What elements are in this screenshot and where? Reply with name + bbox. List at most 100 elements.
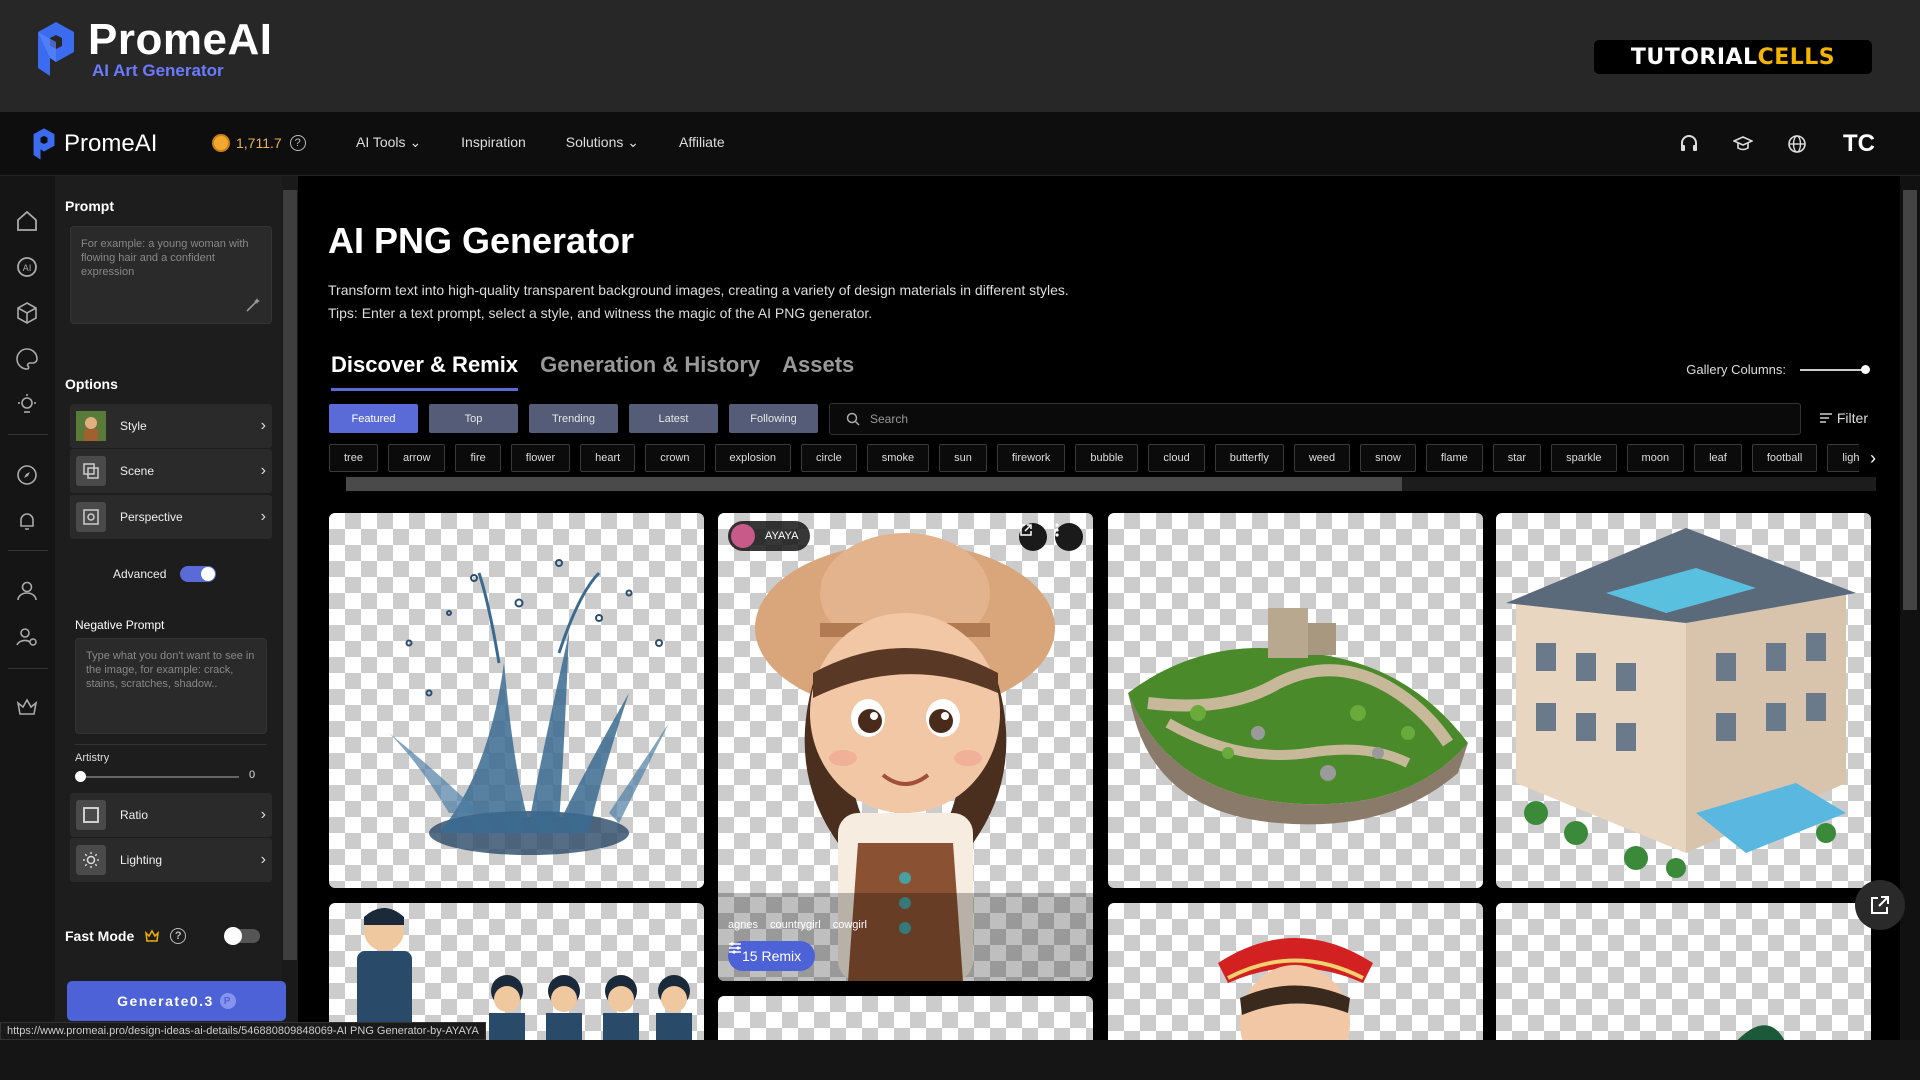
credit-coin-icon: P xyxy=(219,993,236,1009)
fast-mode-toggle[interactable] xyxy=(224,927,261,945)
ai-icon[interactable]: AI xyxy=(14,254,40,280)
nav-actions: TC xyxy=(1676,126,1880,162)
help-icon[interactable]: ? xyxy=(170,928,187,944)
filter-icon xyxy=(1819,413,1832,423)
search-icon xyxy=(846,412,860,426)
advanced-row: Advanced xyxy=(113,566,217,582)
tag-chip[interactable]: smoke xyxy=(866,444,930,472)
style-thumbnail-icon xyxy=(76,411,106,441)
style-option[interactable]: Style › xyxy=(70,404,272,448)
more-options-icon[interactable] xyxy=(1055,523,1083,551)
tag-chip[interactable]: butterfly xyxy=(1214,444,1284,472)
card-tag[interactable]: cowgirl xyxy=(833,919,867,931)
scene-option[interactable]: Scene › xyxy=(70,449,272,493)
card-tag[interactable]: countrygirl xyxy=(770,919,821,931)
brand-header: PromeAI AI Art Generator TUTORIAL CELLS xyxy=(0,0,1920,112)
gallery-card[interactable] xyxy=(1108,903,1483,1040)
gallery-card[interactable] xyxy=(329,513,704,888)
open-external-icon[interactable] xyxy=(1019,523,1047,551)
help-icon[interactable]: ? xyxy=(289,135,306,151)
filter-trending[interactable]: Trending xyxy=(529,404,618,433)
gallery-card[interactable] xyxy=(718,996,1093,1040)
remix-button[interactable]: 15 Remix xyxy=(728,941,816,971)
user-icon[interactable] xyxy=(14,578,40,604)
tab-assets[interactable]: Assets xyxy=(782,352,854,391)
tag-chip[interactable]: light xyxy=(1827,444,1859,472)
filter-latest[interactable]: Latest xyxy=(629,404,718,433)
filter-featured[interactable]: Featured xyxy=(329,404,418,433)
nav-ai-tools[interactable]: AI Tools ⌄ xyxy=(356,134,421,151)
tag-chip[interactable]: fire xyxy=(455,444,501,472)
tag-chip[interactable]: football xyxy=(1751,444,1818,472)
scene-icon xyxy=(76,456,106,486)
tag-chip[interactable]: crown xyxy=(645,444,705,472)
tag-chip[interactable]: firework xyxy=(996,444,1066,472)
left-rail: AI xyxy=(0,176,55,1040)
cube-icon[interactable] xyxy=(14,300,40,326)
tag-chip[interactable]: moon xyxy=(1626,444,1685,472)
card-tag[interactable]: agnes xyxy=(728,919,758,931)
tab-generation-history[interactable]: Generation & History xyxy=(540,352,760,391)
nav-logo[interactable]: PromeAI xyxy=(30,126,157,162)
magic-wand-icon[interactable] xyxy=(245,297,261,313)
nav-links: AI Tools ⌄ Inspiration Solutions ⌄ Affil… xyxy=(356,134,725,151)
tag-chip[interactable]: arrow xyxy=(387,444,446,472)
gallery-card[interactable] xyxy=(329,903,704,1040)
palette-icon[interactable] xyxy=(14,346,40,372)
tag-chip[interactable]: heart xyxy=(580,444,636,472)
gallery-card[interactable] xyxy=(1108,513,1483,888)
home-icon[interactable] xyxy=(14,208,40,234)
prompt-input[interactable]: For example: a young woman with flowing … xyxy=(70,226,272,324)
filter-following[interactable]: Following xyxy=(729,404,818,433)
filter-button[interactable]: Filter xyxy=(1819,410,1868,426)
user-settings-icon[interactable] xyxy=(14,624,40,650)
ratio-option[interactable]: Ratio › xyxy=(70,793,272,837)
artistry-slider[interactable] xyxy=(75,771,239,782)
tag-chip[interactable]: explosion xyxy=(714,444,792,472)
lighting-option[interactable]: Lighting › xyxy=(70,838,272,882)
nav-solutions[interactable]: Solutions ⌄ xyxy=(566,134,639,151)
gallery-card-featured[interactable]: AYAYA agnes countrygirl cowgirl 15 Remix xyxy=(718,513,1093,981)
panel-scrollbar[interactable] xyxy=(282,176,298,1040)
tag-chip[interactable]: sun xyxy=(939,444,987,472)
tag-chip[interactable]: snow xyxy=(1360,444,1416,472)
bell-icon[interactable] xyxy=(14,508,40,534)
compass-icon[interactable] xyxy=(14,462,40,488)
generate-button[interactable]: Generate0.3 P xyxy=(67,981,286,1021)
globe-icon[interactable] xyxy=(1784,131,1810,157)
nav-inspiration[interactable]: Inspiration xyxy=(461,134,526,151)
tag-chip[interactable]: bubble xyxy=(1075,444,1139,472)
tag-chip[interactable]: circle xyxy=(801,444,857,472)
tag-chip[interactable]: star xyxy=(1492,444,1542,472)
credits-balance[interactable]: 1,711.7 ? xyxy=(212,134,306,152)
tag-chip[interactable]: sparkle xyxy=(1551,444,1617,472)
share-button[interactable] xyxy=(1855,880,1905,930)
lightbulb-icon[interactable] xyxy=(14,392,40,418)
perspective-option[interactable]: Perspective › xyxy=(70,495,272,539)
tags-scrollbar[interactable] xyxy=(346,477,1876,491)
gallery-columns-slider[interactable] xyxy=(1800,364,1870,374)
gallery-card[interactable] xyxy=(1496,903,1871,1040)
tag-chip[interactable]: leaf xyxy=(1694,444,1742,472)
slider-handle[interactable] xyxy=(75,771,86,782)
user-avatar[interactable]: TC xyxy=(1838,126,1880,162)
negative-prompt-input[interactable]: Type what you don't want to see in the i… xyxy=(75,638,267,734)
advanced-toggle[interactable] xyxy=(180,566,217,582)
tag-chip[interactable]: cloud xyxy=(1148,444,1205,472)
headset-icon[interactable] xyxy=(1676,131,1702,157)
filter-top[interactable]: Top xyxy=(429,404,518,433)
tag-chip[interactable]: flower xyxy=(510,444,571,472)
chevron-right-icon: › xyxy=(260,508,266,525)
graduation-cap-icon[interactable] xyxy=(1730,131,1756,157)
author-chip[interactable]: AYAYA xyxy=(728,521,811,551)
chevron-down-icon: ⌄ xyxy=(627,134,639,150)
chevron-right-icon[interactable]: › xyxy=(1870,448,1876,469)
nav-affiliate[interactable]: Affiliate xyxy=(679,134,725,151)
tab-discover-remix[interactable]: Discover & Remix xyxy=(331,352,519,391)
crown-icon[interactable] xyxy=(14,694,40,720)
tag-chip[interactable]: weed xyxy=(1293,444,1351,472)
gallery-card[interactable] xyxy=(1496,513,1871,888)
tag-chip[interactable]: tree xyxy=(329,444,378,472)
search-input[interactable]: Search xyxy=(829,403,1801,435)
tag-chip[interactable]: flame xyxy=(1425,444,1483,472)
